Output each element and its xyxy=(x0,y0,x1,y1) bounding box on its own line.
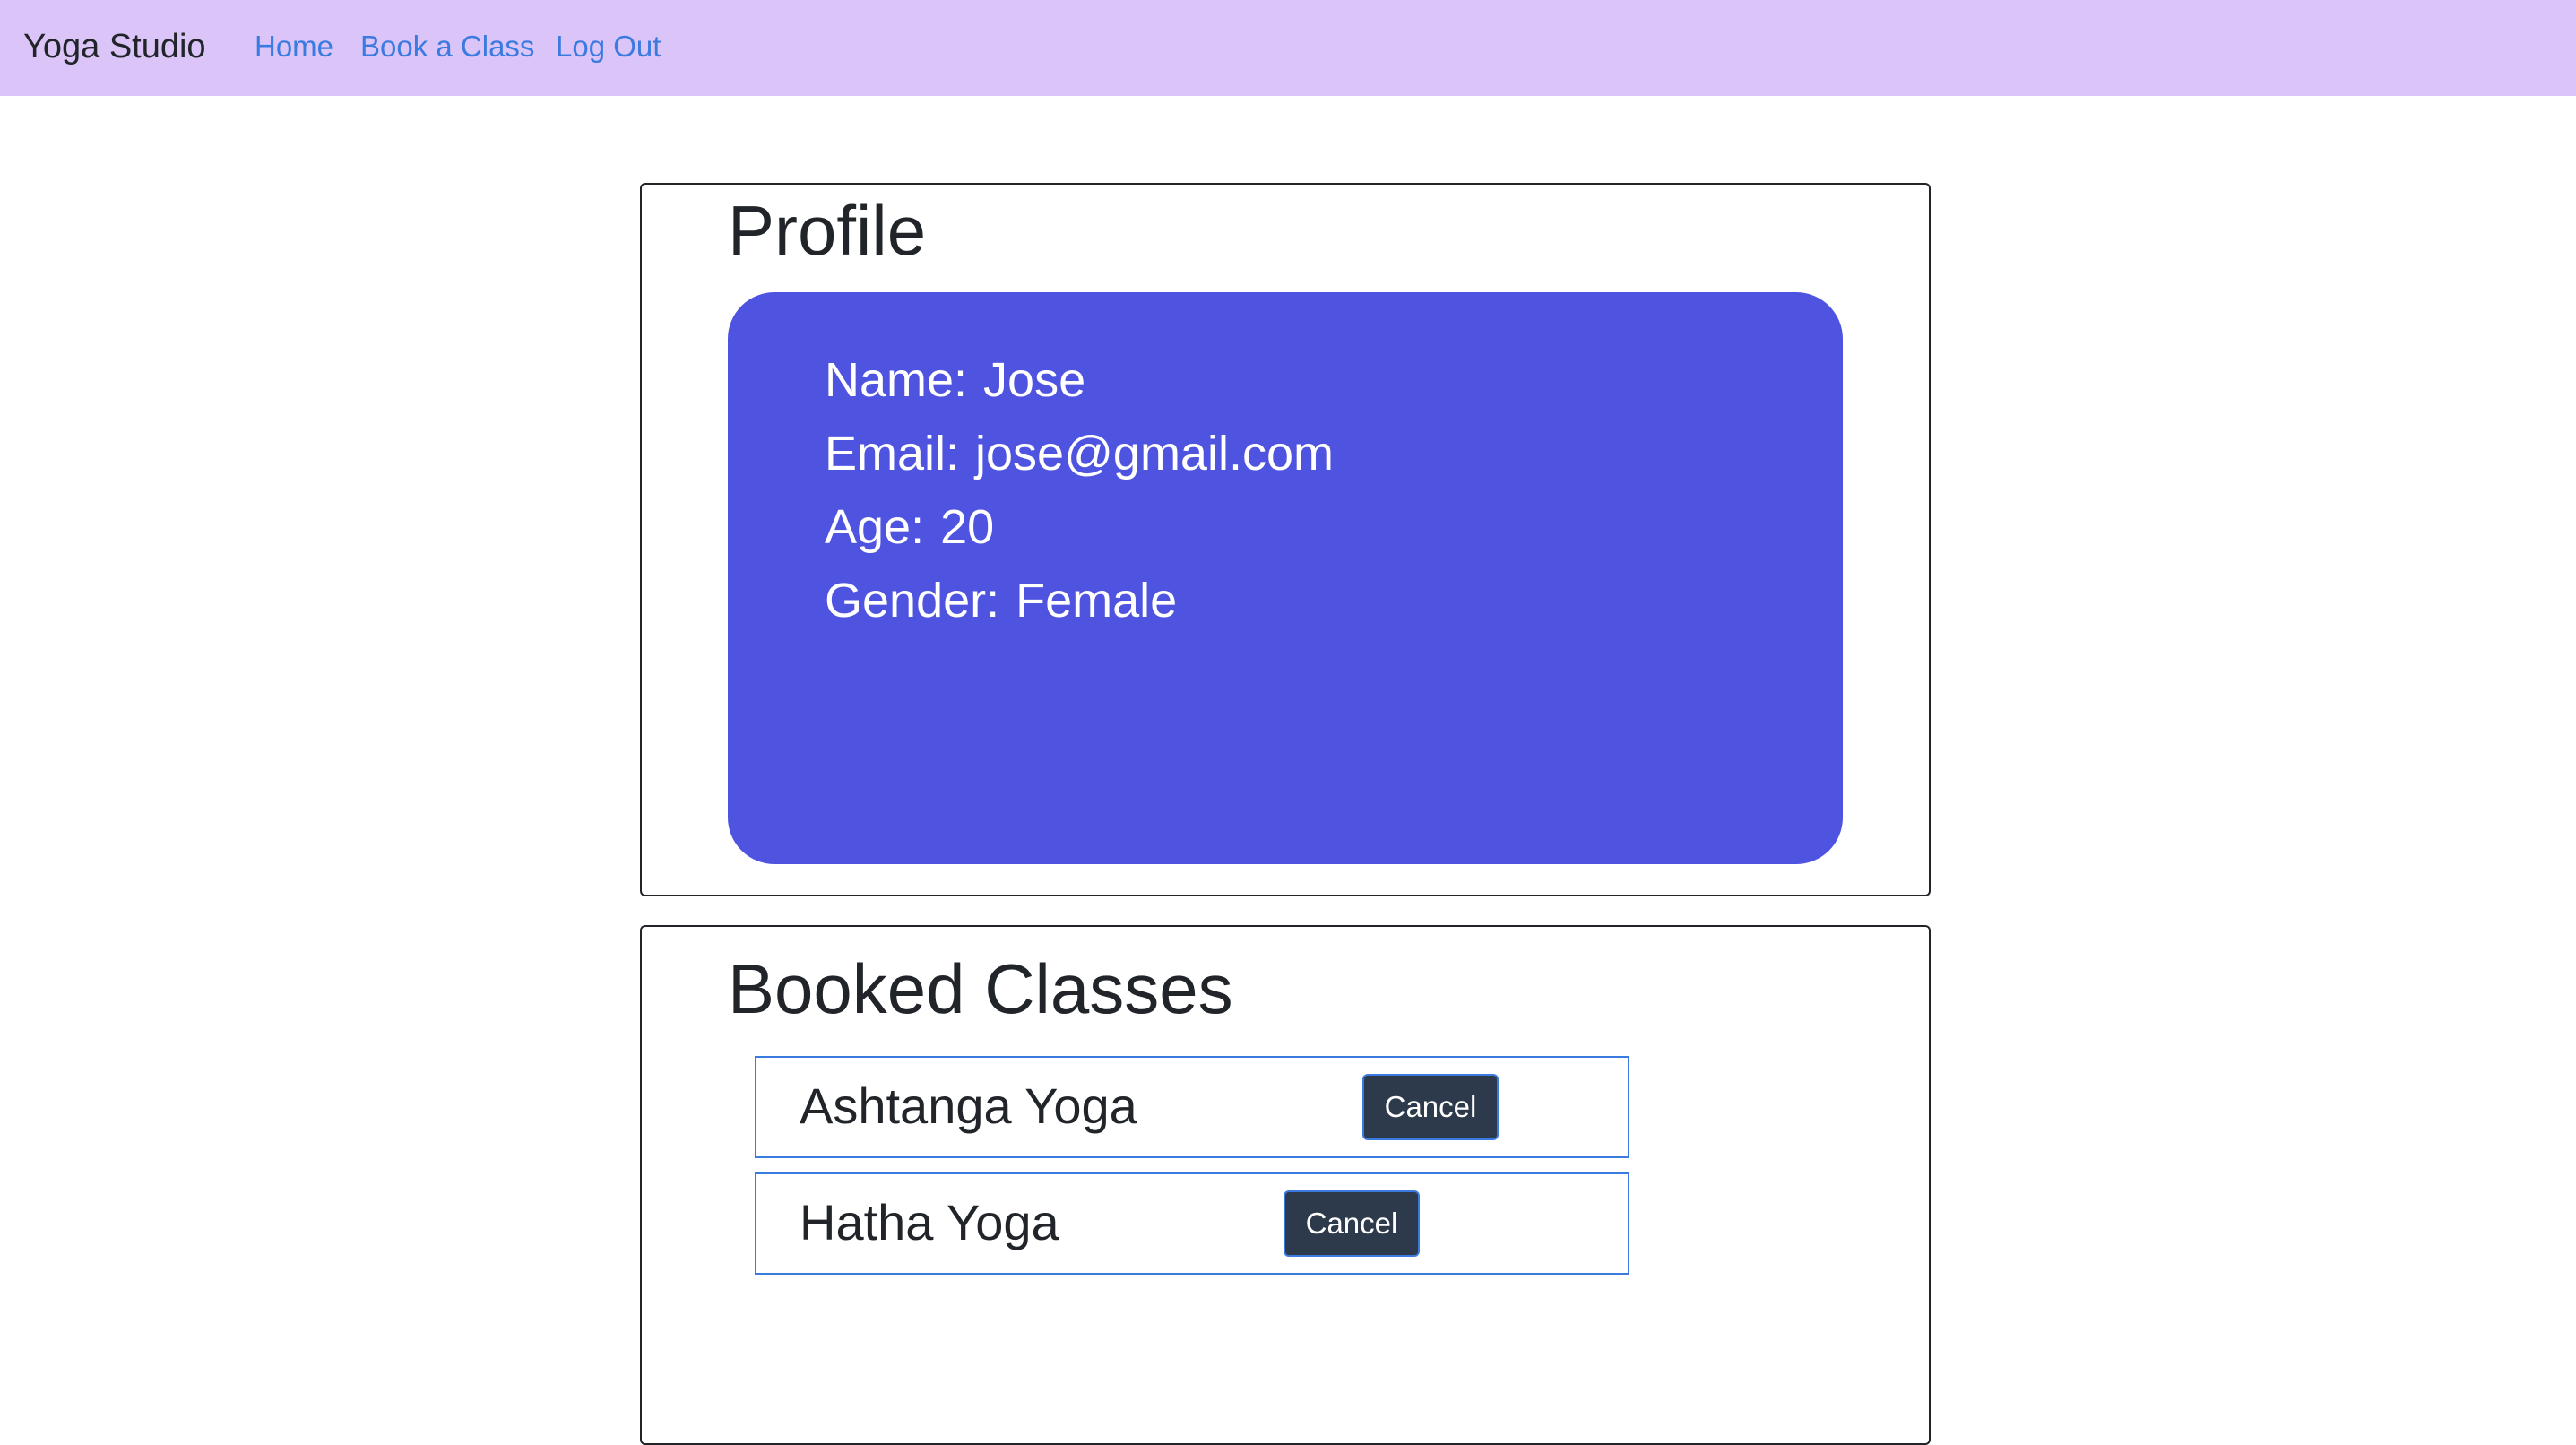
profile-section: Profile Name: Jose Email: jose@gmail.com A… xyxy=(640,183,1931,896)
profile-email-row: Email: jose@gmail.com xyxy=(825,425,1334,482)
cancel-button-hatha-yoga[interactable]: Cancel xyxy=(1284,1190,1420,1257)
profile-title: Profile xyxy=(728,191,927,270)
class-name: Hatha Yoga xyxy=(800,1194,1059,1250)
email-label: Email: xyxy=(825,427,960,480)
class-name: Ashtanga Yoga xyxy=(800,1077,1137,1134)
brand-logo[interactable]: Yoga Studio xyxy=(23,23,206,70)
gender-label: Gender: xyxy=(825,574,1000,627)
age-value: 20 xyxy=(940,500,995,554)
profile-card: Name: Jose Email: jose@gmail.com Age: 20 Ge… xyxy=(728,292,1843,864)
class-item-ashtanga-yoga: Ashtanga Yoga Cancel xyxy=(755,1056,1629,1158)
nav-link-home[interactable]: Home xyxy=(255,27,333,66)
class-item-hatha-yoga: Hatha Yoga Cancel xyxy=(755,1172,1629,1275)
nav-link-book-a-class[interactable]: Book a Class xyxy=(360,27,534,66)
profile-name-row: Name: Jose xyxy=(825,351,1085,409)
profile-age-row: Age: 20 xyxy=(825,498,994,556)
profile-gender-row: Gender: Female xyxy=(825,572,1177,629)
nav-link-log-out[interactable]: Log Out xyxy=(556,27,661,66)
name-label: Name: xyxy=(825,353,968,407)
booked-classes-title: Booked Classes xyxy=(728,949,1233,1028)
age-label: Age: xyxy=(825,500,925,554)
cancel-button-ashtanga-yoga[interactable]: Cancel xyxy=(1362,1074,1499,1140)
navbar: Yoga Studio Home Book a Class Log Out xyxy=(0,0,2576,96)
gender-value: Female xyxy=(1016,574,1178,627)
booked-classes-section: Booked Classes Ashtanga Yoga Cancel Hath… xyxy=(640,925,1931,1445)
email-value: jose@gmail.com xyxy=(975,427,1334,480)
name-value: Jose xyxy=(983,353,1086,407)
